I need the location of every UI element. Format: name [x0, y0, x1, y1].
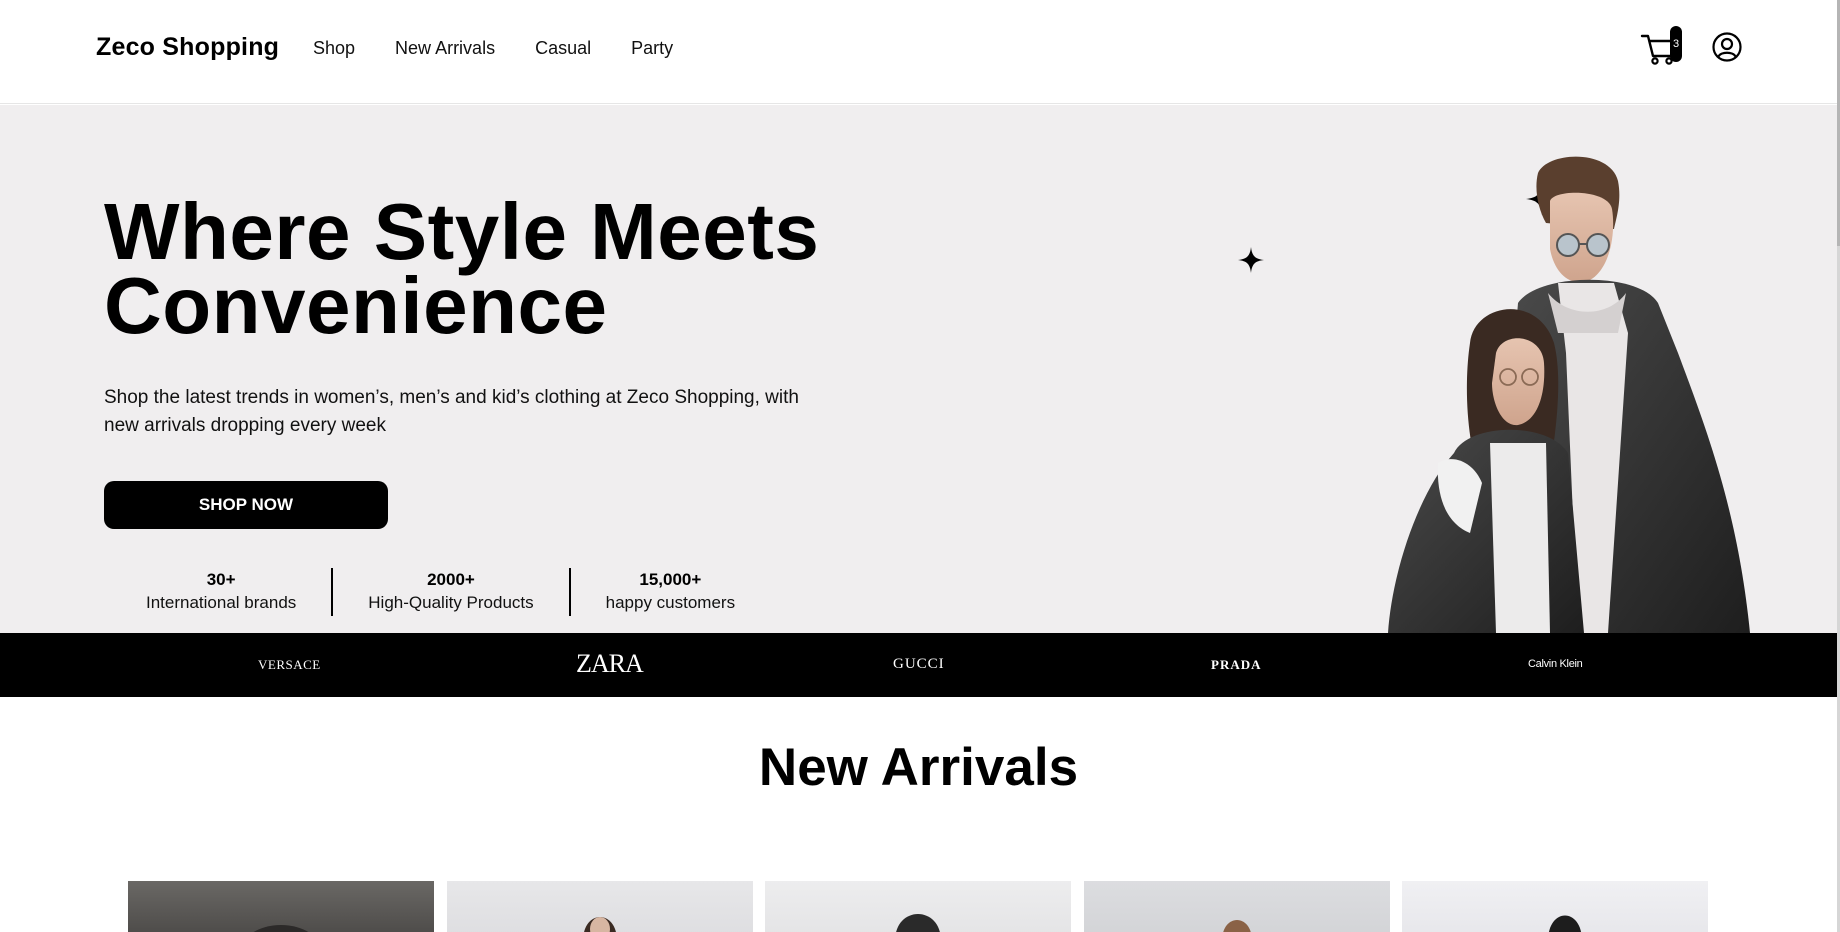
new-arrivals-title: New Arrivals: [758, 738, 1079, 797]
hero-section: Where Style Meets Convenience Shop the l…: [0, 105, 1840, 633]
stat-label: High-Quality Products: [368, 593, 534, 612]
sparkle-icon: [1238, 247, 1264, 273]
user-circle-icon[interactable]: [1712, 32, 1742, 62]
brand-bar: VERSACE ZARA GUCCI PRADA Calvin Klein: [0, 633, 1837, 697]
site-logo[interactable]: Zeco Shopping: [96, 33, 279, 62]
hero-model-image: [1388, 156, 1750, 633]
site-header: Zeco Shopping Shop New Arrivals Casual P…: [0, 0, 1840, 104]
stat-customers: 15,000+ happy customers: [571, 569, 770, 615]
hero-subtitle: Shop the latest trends in women’s, men’s…: [104, 387, 799, 436]
nav-casual[interactable]: Casual: [535, 38, 591, 59]
hero-title-line2: Convenience: [104, 261, 608, 350]
stat-brands: 30+ International brands: [104, 569, 331, 615]
brand-prada[interactable]: PRADA: [1211, 657, 1262, 673]
product-card-2[interactable]: [447, 881, 753, 932]
product-card-4[interactable]: [1084, 881, 1390, 932]
brand-zara[interactable]: ZARA: [576, 649, 644, 679]
shop-now-button[interactable]: SHOP NOW: [104, 481, 388, 529]
hero-stats: 30+ International brands 2000+ High-Qual…: [104, 568, 770, 616]
brand-gucci[interactable]: GUCCI: [893, 656, 945, 673]
nav-new-arrivals[interactable]: New Arrivals: [395, 38, 495, 59]
main-nav: Shop New Arrivals Casual Party: [313, 38, 673, 59]
product-image: [1223, 920, 1251, 932]
nav-party[interactable]: Party: [631, 38, 673, 59]
hero-title: Where Style Meets Convenience: [104, 192, 819, 346]
product-image: [253, 925, 309, 932]
stat-value: 30+: [206, 570, 236, 589]
product-card-3[interactable]: [765, 881, 1071, 932]
stat-label: happy customers: [605, 593, 736, 612]
product-image: [584, 917, 616, 932]
brand-calvin-klein[interactable]: Calvin Klein: [1528, 658, 1583, 670]
brand-versace[interactable]: VERSACE: [258, 657, 321, 673]
product-card-1[interactable]: [128, 881, 434, 932]
cart-count-badge: 3: [1670, 26, 1682, 62]
product-card-5[interactable]: [1402, 881, 1708, 932]
product-image: [896, 914, 940, 932]
product-image: [1548, 915, 1582, 932]
stat-value: 15,000+: [639, 570, 702, 589]
stat-products: 2000+ High-Quality Products: [333, 569, 568, 615]
nav-shop[interactable]: Shop: [313, 38, 355, 59]
stat-label: International brands: [146, 593, 297, 612]
stat-value: 2000+: [427, 570, 475, 589]
